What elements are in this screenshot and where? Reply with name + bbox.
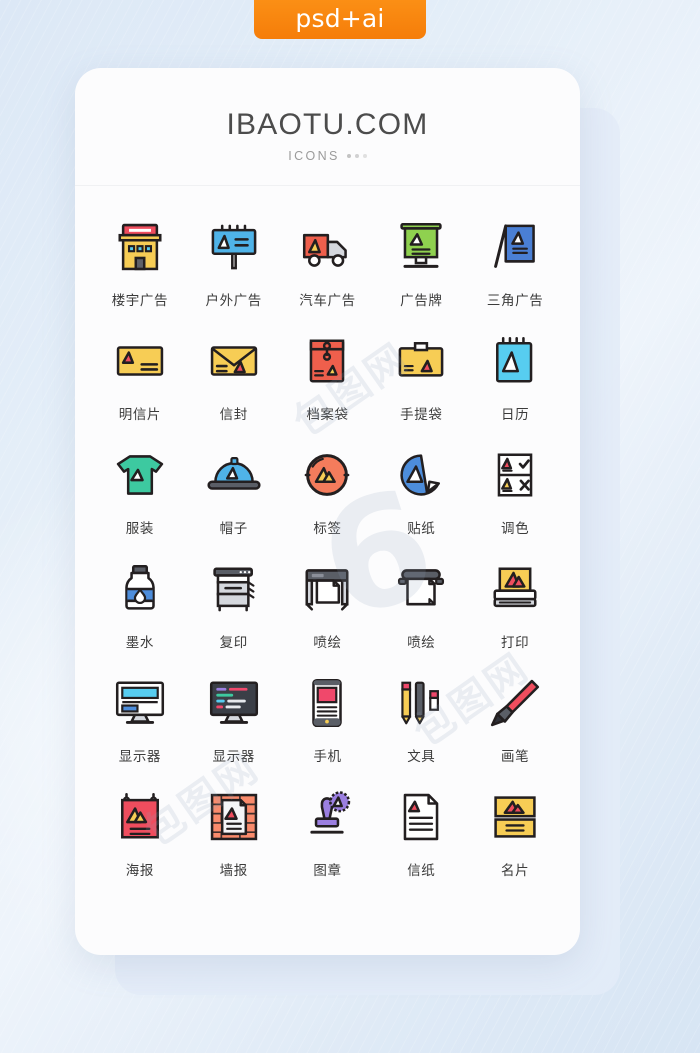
icon-cell-print[interactable]: 打印 <box>468 558 562 651</box>
icon-cell-copier[interactable]: 复印 <box>187 558 281 651</box>
truck-icon[interactable] <box>300 216 354 278</box>
icon-cell-stationery[interactable]: 文具 <box>374 672 468 765</box>
icon-label: 墨水 <box>125 635 154 651</box>
phone-icon[interactable] <box>300 672 354 734</box>
icon-set-card: IBAOTU.COM ICONS 楼宇广告 户外广告 汽车广告 广告牌 三角广告… <box>75 68 580 955</box>
icon-cell-ad-board[interactable]: 广告牌 <box>374 216 468 309</box>
icon-label: 信封 <box>219 407 248 423</box>
brush-icon[interactable] <box>488 672 542 734</box>
icon-cell-handbag[interactable]: 手提袋 <box>374 330 468 423</box>
stationery-icon[interactable] <box>394 672 448 734</box>
format-tag: psd+ai <box>254 0 426 39</box>
icon-label: 墙报 <box>219 863 248 879</box>
icon-cell-file-bag[interactable]: 档案袋 <box>281 330 375 423</box>
icon-label: 户外广告 <box>205 293 262 309</box>
icon-label: 图章 <box>313 863 342 879</box>
monitor-light-icon[interactable] <box>113 672 167 734</box>
icon-label: 汽车广告 <box>299 293 356 309</box>
page-title: IBAOTU.COM <box>226 108 429 141</box>
icon-cell-brush[interactable]: 画笔 <box>468 672 562 765</box>
icon-grid: 楼宇广告 户外广告 汽车广告 广告牌 三角广告 明信片 信封 档案袋 手提袋 日… <box>75 186 580 879</box>
icon-cell-letter-paper[interactable]: 信纸 <box>374 786 468 879</box>
a-frame-icon[interactable] <box>488 216 542 278</box>
icon-cell-sticker[interactable]: 贴纸 <box>374 444 468 537</box>
poster-icon[interactable] <box>113 786 167 848</box>
icon-label: 服装 <box>125 521 154 537</box>
box-icon[interactable] <box>394 330 448 392</box>
icon-label: 明信片 <box>118 407 162 423</box>
proof-icon[interactable] <box>488 444 542 506</box>
filebag-icon[interactable] <box>300 330 354 392</box>
postcard-icon[interactable] <box>113 330 167 392</box>
sticker-icon[interactable] <box>394 444 448 506</box>
icon-cell-phone[interactable]: 手机 <box>281 672 375 765</box>
letterpaper-icon[interactable] <box>394 786 448 848</box>
icon-label: 档案袋 <box>306 407 349 423</box>
icon-cell-poster[interactable]: 海报 <box>93 786 187 879</box>
icon-label: 手机 <box>313 749 342 765</box>
printer-icon[interactable] <box>488 558 542 620</box>
icon-label: 标签 <box>313 521 342 537</box>
plotter2-icon[interactable] <box>394 558 448 620</box>
icon-cell-car-ad[interactable]: 汽车广告 <box>281 216 375 309</box>
copier-icon[interactable] <box>207 558 261 620</box>
tshirt-icon[interactable] <box>113 444 167 506</box>
icon-label: 喷绘 <box>407 635 436 651</box>
icon-cell-envelope[interactable]: 信封 <box>187 330 281 423</box>
envelope-icon[interactable] <box>207 330 261 392</box>
icon-cell-color-adjust[interactable]: 调色 <box>468 444 562 537</box>
icon-cell-ink[interactable]: 墨水 <box>93 558 187 651</box>
icon-label: 名片 <box>500 863 530 879</box>
icon-cell-building-ad[interactable]: 楼宇广告 <box>93 216 187 309</box>
cap-icon[interactable] <box>207 444 261 506</box>
icon-label: 文具 <box>407 749 436 765</box>
icon-label: 显示器 <box>212 749 255 765</box>
icon-cell-triangle-ad[interactable]: 三角广告 <box>468 216 562 309</box>
icon-cell-clothing[interactable]: 服装 <box>93 444 187 537</box>
circle-badge-icon[interactable] <box>300 444 354 506</box>
icon-cell-outdoor-ad[interactable]: 户外广告 <box>187 216 281 309</box>
icon-label: 显示器 <box>118 749 162 765</box>
page-subtitle-text: ICONS <box>288 149 340 163</box>
icon-label: 海报 <box>125 863 154 879</box>
icon-label: 手提袋 <box>400 407 443 423</box>
ellipsis-dots-icon <box>346 154 367 158</box>
icon-label: 调色 <box>500 521 530 537</box>
stamp-icon[interactable] <box>300 786 354 848</box>
monitor-dark-icon[interactable] <box>207 672 261 734</box>
icon-label: 喷绘 <box>313 635 342 651</box>
icon-label: 楼宇广告 <box>111 293 169 309</box>
billboard-icon[interactable] <box>207 216 261 278</box>
icon-label: 打印 <box>500 635 530 651</box>
icon-cell-hat[interactable]: 帽子 <box>187 444 281 537</box>
icon-label: 画笔 <box>500 749 530 765</box>
icon-cell-label-tag[interactable]: 标签 <box>281 444 375 537</box>
building-icon[interactable] <box>113 216 167 278</box>
icon-cell-inkjet-2[interactable]: 喷绘 <box>374 558 468 651</box>
icon-cell-monitor-dark[interactable]: 显示器 <box>187 672 281 765</box>
wallposter-icon[interactable] <box>207 786 261 848</box>
icon-label: 日历 <box>500 407 530 423</box>
page-subtitle: ICONS <box>75 149 580 163</box>
plotter-icon[interactable] <box>300 558 354 620</box>
card-header: IBAOTU.COM ICONS <box>75 68 580 186</box>
icon-cell-wall-poster[interactable]: 墙报 <box>187 786 281 879</box>
calendar-icon[interactable] <box>488 330 542 392</box>
icon-cell-monitor-light[interactable]: 显示器 <box>93 672 187 765</box>
icon-label: 贴纸 <box>407 521 436 537</box>
icon-cell-calendar[interactable]: 日历 <box>468 330 562 423</box>
icon-cell-stamp[interactable]: 图章 <box>281 786 375 879</box>
namecard-icon[interactable] <box>488 786 542 848</box>
icon-cell-inkjet-1[interactable]: 喷绘 <box>281 558 375 651</box>
standee-icon[interactable] <box>394 216 448 278</box>
icon-cell-name-card[interactable]: 名片 <box>468 786 562 879</box>
icon-cell-postcard[interactable]: 明信片 <box>93 330 187 423</box>
icon-label: 三角广告 <box>486 293 544 309</box>
inkbottle-icon[interactable] <box>113 558 167 620</box>
icon-label: 信纸 <box>407 863 436 879</box>
icon-label: 广告牌 <box>400 293 443 309</box>
icon-label: 复印 <box>219 635 248 651</box>
icon-label: 帽子 <box>219 521 248 537</box>
